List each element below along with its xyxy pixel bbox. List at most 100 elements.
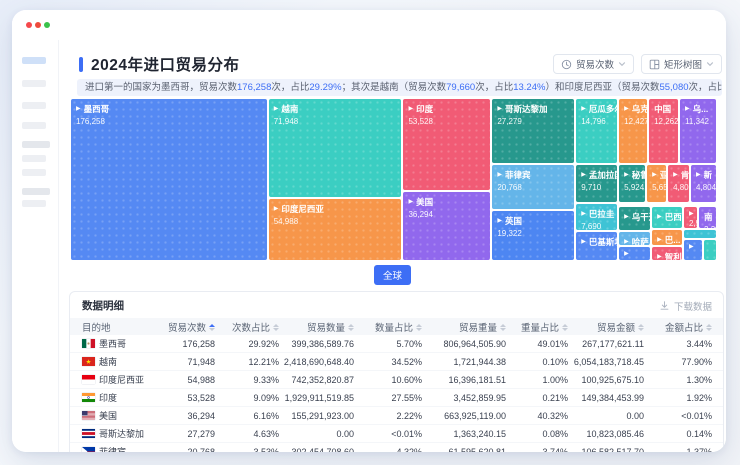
column-header-金额占比[interactable]: 金额占比 xyxy=(644,318,724,335)
treemap-cell-英国[interactable]: ▶英国 19,322 xyxy=(492,211,574,260)
treemap-cell[interactable]: ▶ xyxy=(684,240,702,260)
summary-text: ；其次是越南（贸易次数 xyxy=(342,82,447,93)
sidebar-item-placeholder[interactable] xyxy=(22,200,46,207)
table-header-row: 目的地贸易次数次数占比贸易数量数量占比贸易重量重量占比贸易金额金额占比 xyxy=(70,318,724,335)
treemap-cell[interactable] xyxy=(684,230,716,238)
treemap-cell-肯[interactable]: ▶肯4,806 xyxy=(668,165,689,202)
treemap-cell-name: 厄瓜多尔 xyxy=(589,103,617,115)
table-row-菲律宾[interactable]: 菲律宾20,7683.53%302,454,708.604.32%61,595,… xyxy=(70,443,724,453)
sidebar-item-placeholder[interactable] xyxy=(22,155,46,162)
table-row-越南[interactable]: 越南71,94812.21%2,418,690,648.4034.52%1,72… xyxy=(70,353,724,371)
treemap-cell-孟加拉国[interactable]: ▶孟加拉国9,710 xyxy=(576,165,617,202)
sidebar-item-placeholder[interactable] xyxy=(22,57,46,64)
table-row-印度尼西亚[interactable]: 印度尼西亚54,9889.33%742,352,820.8710.60%16,3… xyxy=(70,371,724,389)
download-data-link[interactable]: 下载数据 xyxy=(659,299,712,313)
treemap-cell-越南[interactable]: ▶越南71,948 xyxy=(269,99,402,197)
treemap-cell[interactable]: ▶2,5 xyxy=(684,207,697,228)
table-row-哥斯达黎加[interactable]: 哥斯达黎加27,2794.63%0.00<0.01%1,363,240.150.… xyxy=(70,425,724,443)
column-header-贸易次数[interactable]: 贸易次数 xyxy=(165,318,215,335)
treemap-cell-乌克兰[interactable]: ▶乌克兰12,427 xyxy=(619,99,647,163)
treemap-cell[interactable] xyxy=(704,240,716,260)
sort-carets-icon[interactable] xyxy=(209,324,215,331)
treemap-cell-label: ▶亚 xyxy=(652,169,661,181)
column-header-贸易重量[interactable]: 贸易重量 xyxy=(422,318,506,335)
treemap-cell-巴西[interactable]: ▶巴西 xyxy=(652,207,682,228)
treemap-cell-label: ▶菲律宾 xyxy=(497,169,569,181)
treemap-cell-label: ▶英国 xyxy=(497,215,569,227)
treemap-cell-label: 南 xyxy=(704,211,711,223)
treemap-cell-亚[interactable]: ▶亚 5,650 xyxy=(647,165,666,202)
table-value-cell: 100,925,675.10 xyxy=(568,371,644,389)
treemap-cell-value: 9,710 xyxy=(581,183,612,192)
sort-carets-icon[interactable] xyxy=(706,324,712,331)
sort-carets-icon[interactable] xyxy=(273,324,279,331)
treemap-cell-value: 176,258 xyxy=(76,117,262,126)
sort-carets-icon[interactable] xyxy=(348,324,354,331)
window-close-button[interactable] xyxy=(26,22,32,28)
treemap-cell-美国[interactable]: ▶美国36,294 xyxy=(403,192,490,260)
treemap-cell-印度尼西亚[interactable]: ▶印度尼西亚54,988 xyxy=(269,199,402,260)
chart-type-select[interactable]: 矩形树图 xyxy=(641,54,722,74)
table-row-印度[interactable]: 印度53,5289.09%1,929,911,519.8527.55%3,452… xyxy=(70,389,724,407)
treemap-cell-name: 哈萨... xyxy=(632,236,650,245)
treemap-cell-name: 新 xyxy=(704,169,713,181)
table-value-cell: 61,595,620.81 xyxy=(422,443,506,453)
treemap-cell-乌...[interactable]: ▶乌...11,342 xyxy=(680,99,716,163)
drilldown-arrow-icon: ▶ xyxy=(581,211,586,217)
details-table: 目的地贸易次数次数占比贸易数量数量占比贸易重量重量占比贸易金额金额占比 墨西哥1… xyxy=(70,318,724,452)
treemap-cell-秘鲁[interactable]: ▶秘鲁5,924 xyxy=(619,165,645,202)
app-window: 2024年进口贸易分布 贸易次数 矩形树图 进口第一的国家为墨西哥，贸易次数17… xyxy=(12,10,726,452)
treemap-cell-label: ▶哈萨... xyxy=(624,236,645,245)
treemap-cell-乌干达[interactable]: ▶乌干达 xyxy=(619,207,650,230)
treemap-cell-label: 中国 xyxy=(654,103,673,115)
window-minimize-button[interactable] xyxy=(35,22,41,28)
column-header-贸易金额[interactable]: 贸易金额 xyxy=(568,318,644,335)
download-data-label: 下载数据 xyxy=(674,299,712,313)
sidebar-item-placeholder[interactable] xyxy=(22,169,46,176)
sidebar-item-placeholder[interactable] xyxy=(22,102,46,109)
column-header-贸易数量[interactable]: 贸易数量 xyxy=(279,318,354,335)
sort-carets-icon[interactable] xyxy=(416,324,422,331)
column-header-数量占比[interactable]: 数量占比 xyxy=(354,318,422,335)
treemap-cell-墨西哥[interactable]: ▶墨西哥176,258 xyxy=(71,99,267,260)
table-row-美国[interactable]: 美国36,2946.16%155,291,923.002.22%663,925,… xyxy=(70,407,724,425)
sidebar-item-placeholder[interactable] xyxy=(22,188,50,195)
treemap-cell-value: 19,322 xyxy=(497,229,569,238)
global-breadcrumb-button[interactable]: 全球 xyxy=(374,265,411,285)
treemap-cell-印度[interactable]: ▶印度53,528 xyxy=(403,99,490,190)
metric-select[interactable]: 贸易次数 xyxy=(553,54,634,74)
column-header-label: 贸易数量 xyxy=(307,323,345,334)
treemap-cell-菲律宾[interactable]: ▶菲律宾20,768 xyxy=(492,165,574,209)
table-value-cell: 3.53% xyxy=(215,443,279,453)
table-value-cell: 155,291,923.00 xyxy=(279,407,354,425)
treemap-cell-巴...[interactable]: ▶巴... xyxy=(652,230,682,245)
treemap-cell-智利[interactable]: ▶智利 xyxy=(652,247,682,260)
table-row-墨西哥[interactable]: 墨西哥176,25829.92%399,386,589.765.70%806,9… xyxy=(70,335,724,353)
table-value-cell: 9.09% xyxy=(215,389,279,407)
chart-type-select-label: 矩形树图 xyxy=(664,57,702,71)
drilldown-arrow-icon: ▶ xyxy=(689,244,694,250)
sidebar-item-placeholder[interactable] xyxy=(22,122,46,129)
sidebar-item-placeholder[interactable] xyxy=(22,80,46,87)
treemap-cell-label: ▶秘鲁 xyxy=(624,169,640,181)
treemap-cell-哥斯达黎加[interactable]: ▶哥斯达黎加27,279 xyxy=(492,99,574,163)
sort-carets-icon[interactable] xyxy=(638,324,644,331)
treemap-cell-厄瓜多尔[interactable]: ▶厄瓜多尔14,796 xyxy=(576,99,617,163)
sort-carets-icon[interactable] xyxy=(562,324,568,331)
treemap-cell[interactable]: ▶ xyxy=(619,247,650,260)
sidebar-item-placeholder[interactable] xyxy=(22,141,50,148)
sort-desc-icon xyxy=(273,328,279,331)
treemap-cell-value: 5,650 xyxy=(652,183,661,192)
treemap-cell-巴基斯坦[interactable]: ▶巴基斯坦 xyxy=(576,232,617,260)
treemap-cell-value: 14,796 xyxy=(581,117,612,126)
treemap-cell-中国[interactable]: 中国12,262 xyxy=(649,99,678,163)
sort-carets-icon[interactable] xyxy=(500,324,506,331)
treemap-cell-巴拉圭[interactable]: ▶巴拉圭7,690 xyxy=(576,204,617,230)
column-header-次数占比[interactable]: 次数占比 xyxy=(215,318,279,335)
column-header-重量占比[interactable]: 重量占比 xyxy=(506,318,568,335)
treemap-cell-新[interactable]: ▶新4,804 xyxy=(691,165,716,202)
treemap-cell-南[interactable]: 南2,2 xyxy=(699,207,716,228)
summary-highlight-value: 176,258 xyxy=(237,82,271,93)
window-zoom-button[interactable] xyxy=(44,22,50,28)
treemap-cell-哈萨...[interactable]: ▶哈萨... xyxy=(619,232,650,245)
